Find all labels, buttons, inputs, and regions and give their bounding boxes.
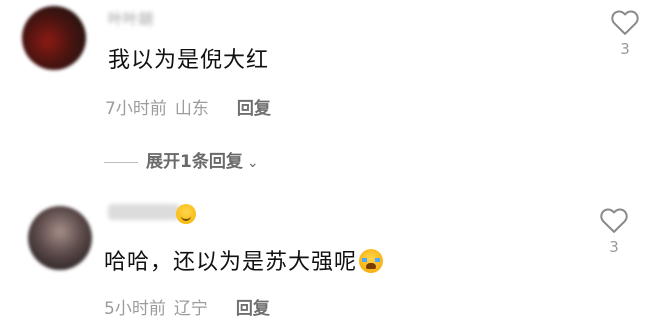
username[interactable]	[108, 204, 180, 220]
smile-emoji-icon	[176, 204, 196, 224]
like-count: 3	[609, 238, 619, 256]
heart-outline-icon	[611, 10, 639, 35]
comment-text: 哈哈，还以为是苏大强呢	[104, 244, 384, 276]
comment-location: 辽宁	[173, 299, 208, 319]
divider	[104, 161, 138, 163]
cry-emoji-icon	[359, 249, 384, 273]
comment-time: 7小时前	[105, 99, 167, 119]
comment-text: 我以为是倪大红	[108, 48, 270, 73]
like-button[interactable]: 3	[605, 8, 645, 58]
expand-replies-button[interactable]: 展开1条回复 ⌄	[104, 147, 259, 172]
like-button[interactable]: 3	[594, 206, 634, 256]
reply-button[interactable]: 回复	[237, 99, 271, 119]
comment-meta: 5小时前 辽宁 回复	[104, 294, 270, 319]
comment-location: 山东	[174, 99, 209, 119]
chevron-down-icon: ⌄	[246, 155, 259, 171]
avatar[interactable]	[22, 6, 86, 70]
reply-button[interactable]: 回复	[236, 299, 270, 319]
username[interactable]: 叶叶胡	[108, 8, 153, 29]
comment-text-content: 哈哈，还以为是苏大强呢	[104, 250, 358, 275]
like-count: 3	[620, 40, 630, 58]
avatar[interactable]	[28, 206, 92, 270]
expand-replies-label: 展开1条回复	[146, 152, 243, 172]
comment-meta: 7小时前 山东 回复	[105, 94, 271, 119]
comment-item: 叶叶胡 我以为是倪大红 7小时前 山东 回复 3	[0, 0, 660, 145]
comment-time: 5小时前	[104, 299, 166, 319]
comment-item: 哈哈，还以为是苏大强呢 5小时前 辽宁 回复 3	[0, 196, 660, 336]
heart-outline-icon	[600, 208, 628, 233]
